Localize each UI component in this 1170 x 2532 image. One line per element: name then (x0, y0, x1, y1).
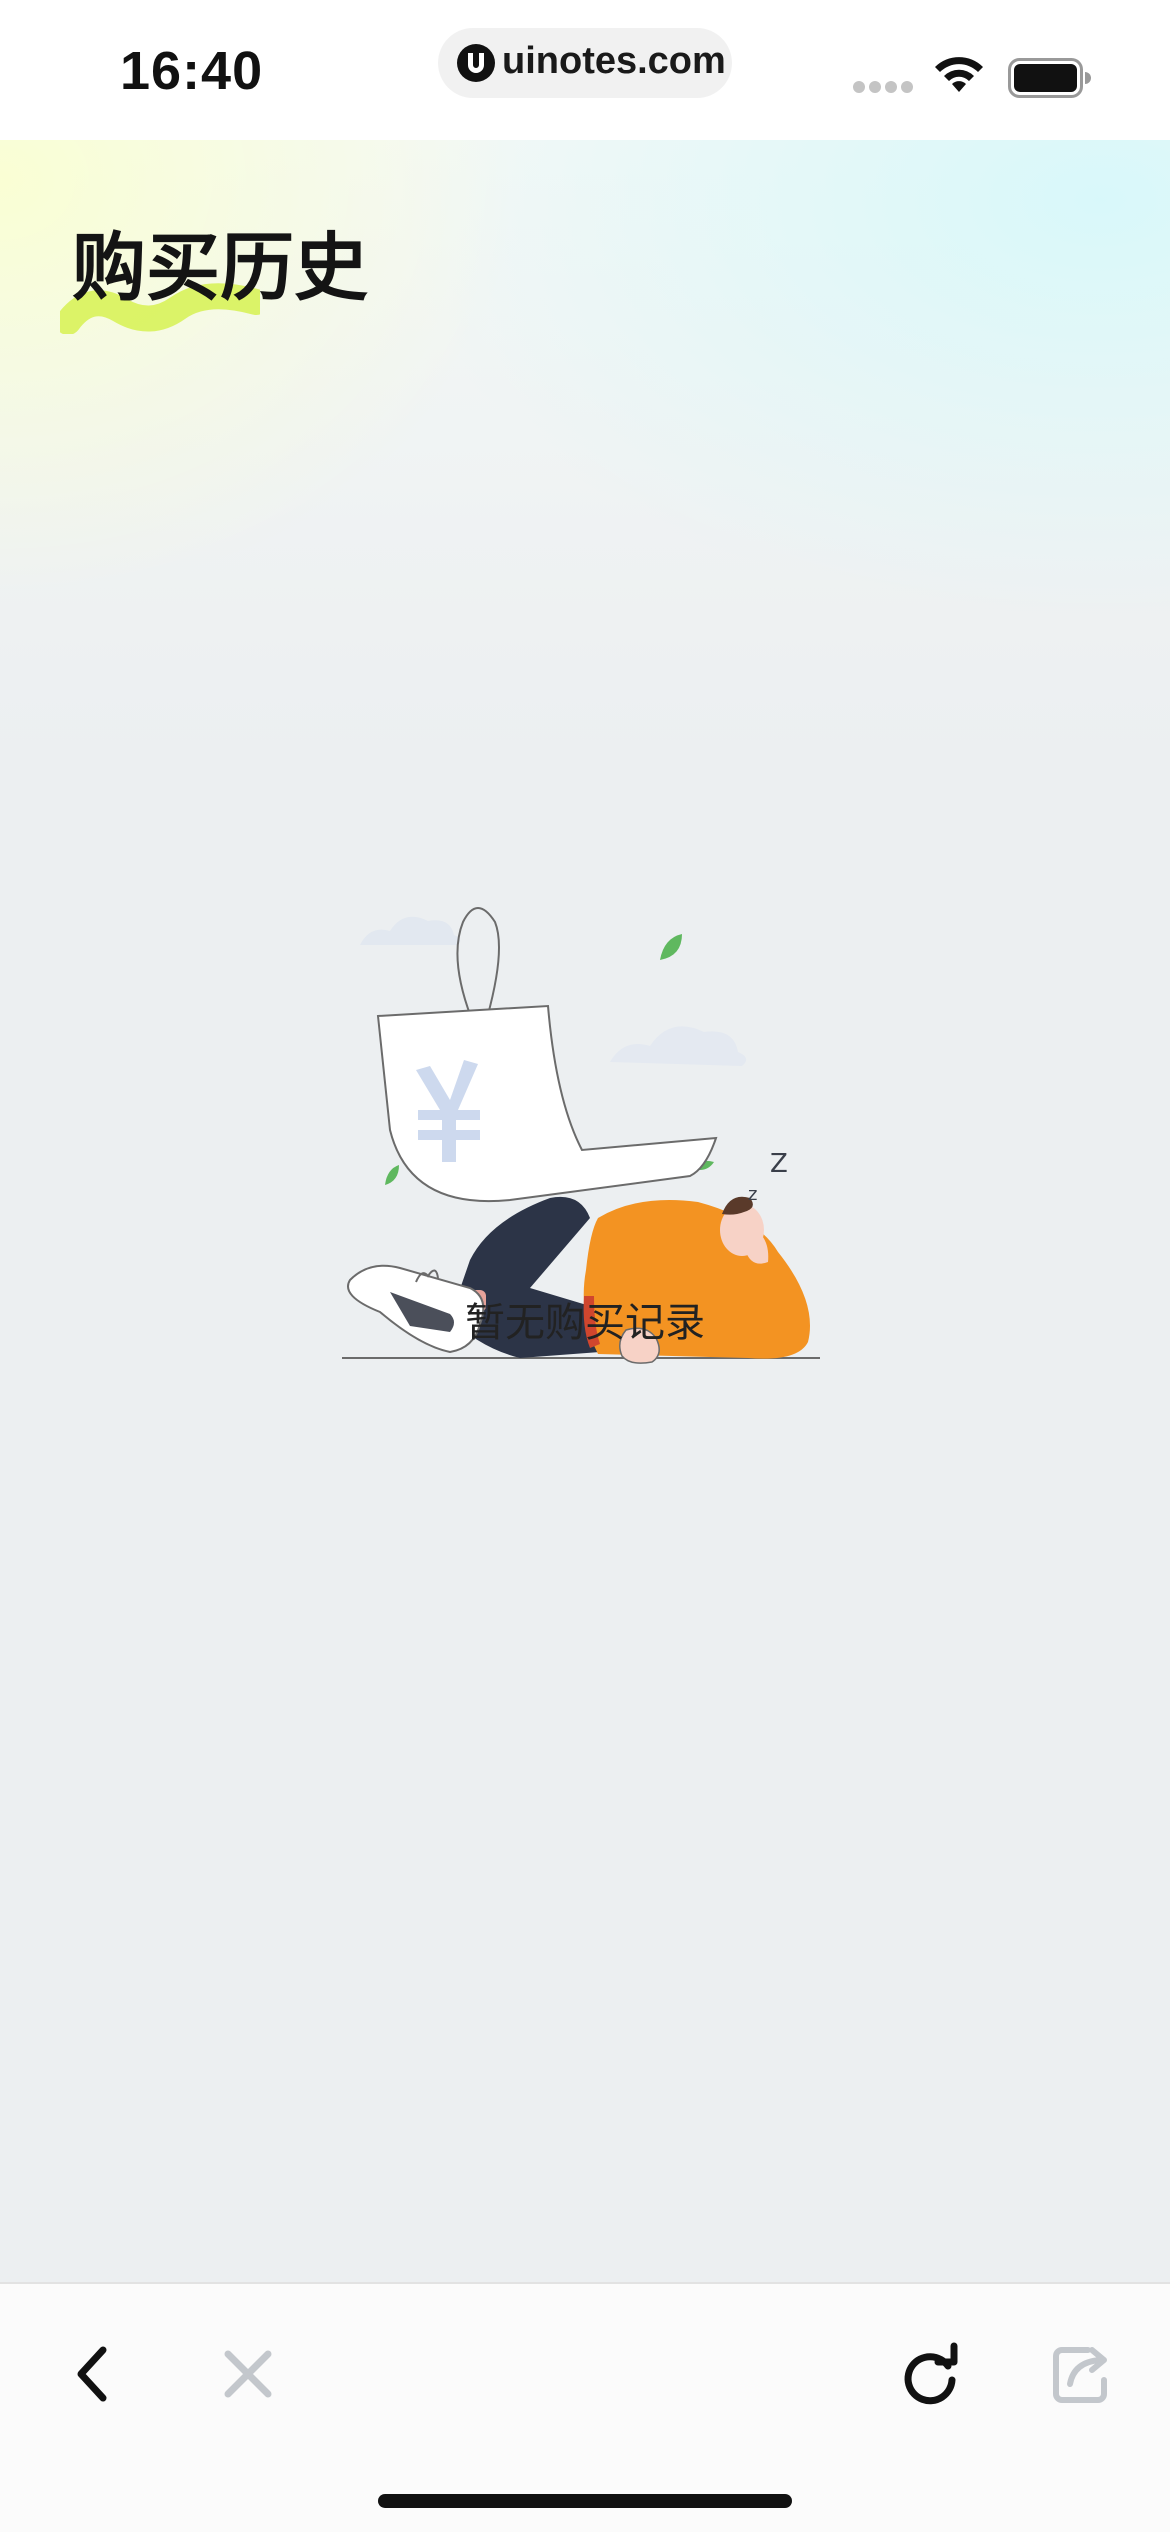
share-button[interactable] (1030, 2324, 1130, 2424)
svg-text:z: z (748, 1184, 757, 1205)
svg-text:Z: Z (770, 1149, 788, 1179)
reload-button[interactable] (880, 2324, 980, 2424)
empty-state-illustration: Z z (342, 907, 820, 1364)
battery-icon (1008, 58, 1091, 98)
page-header: 购买历史 (60, 218, 402, 334)
home-indicator[interactable] (378, 2494, 792, 2508)
main-content: 购买历史 Z z 暂无购买记录 (0, 140, 1170, 2282)
back-button[interactable] (42, 2324, 142, 2424)
url-bar[interactable]: uinotes.com (438, 28, 732, 98)
empty-state-message: 暂无购买记录 (465, 1300, 705, 1346)
browser-toolbar (0, 2282, 1170, 2532)
close-icon (224, 2350, 272, 2398)
close-button[interactable] (198, 2324, 298, 2424)
back-icon (77, 2346, 107, 2402)
signal-icon (853, 81, 913, 93)
site-logo-icon (457, 44, 495, 82)
status-time: 16:40 (120, 41, 264, 101)
status-bar: 16:40 uinotes.com (0, 0, 1170, 140)
reload-icon (904, 2342, 958, 2405)
url-text: uinotes.com (502, 40, 726, 82)
page-title: 购买历史 (72, 225, 368, 311)
wifi-icon (935, 57, 983, 92)
share-icon (1053, 2347, 1107, 2403)
